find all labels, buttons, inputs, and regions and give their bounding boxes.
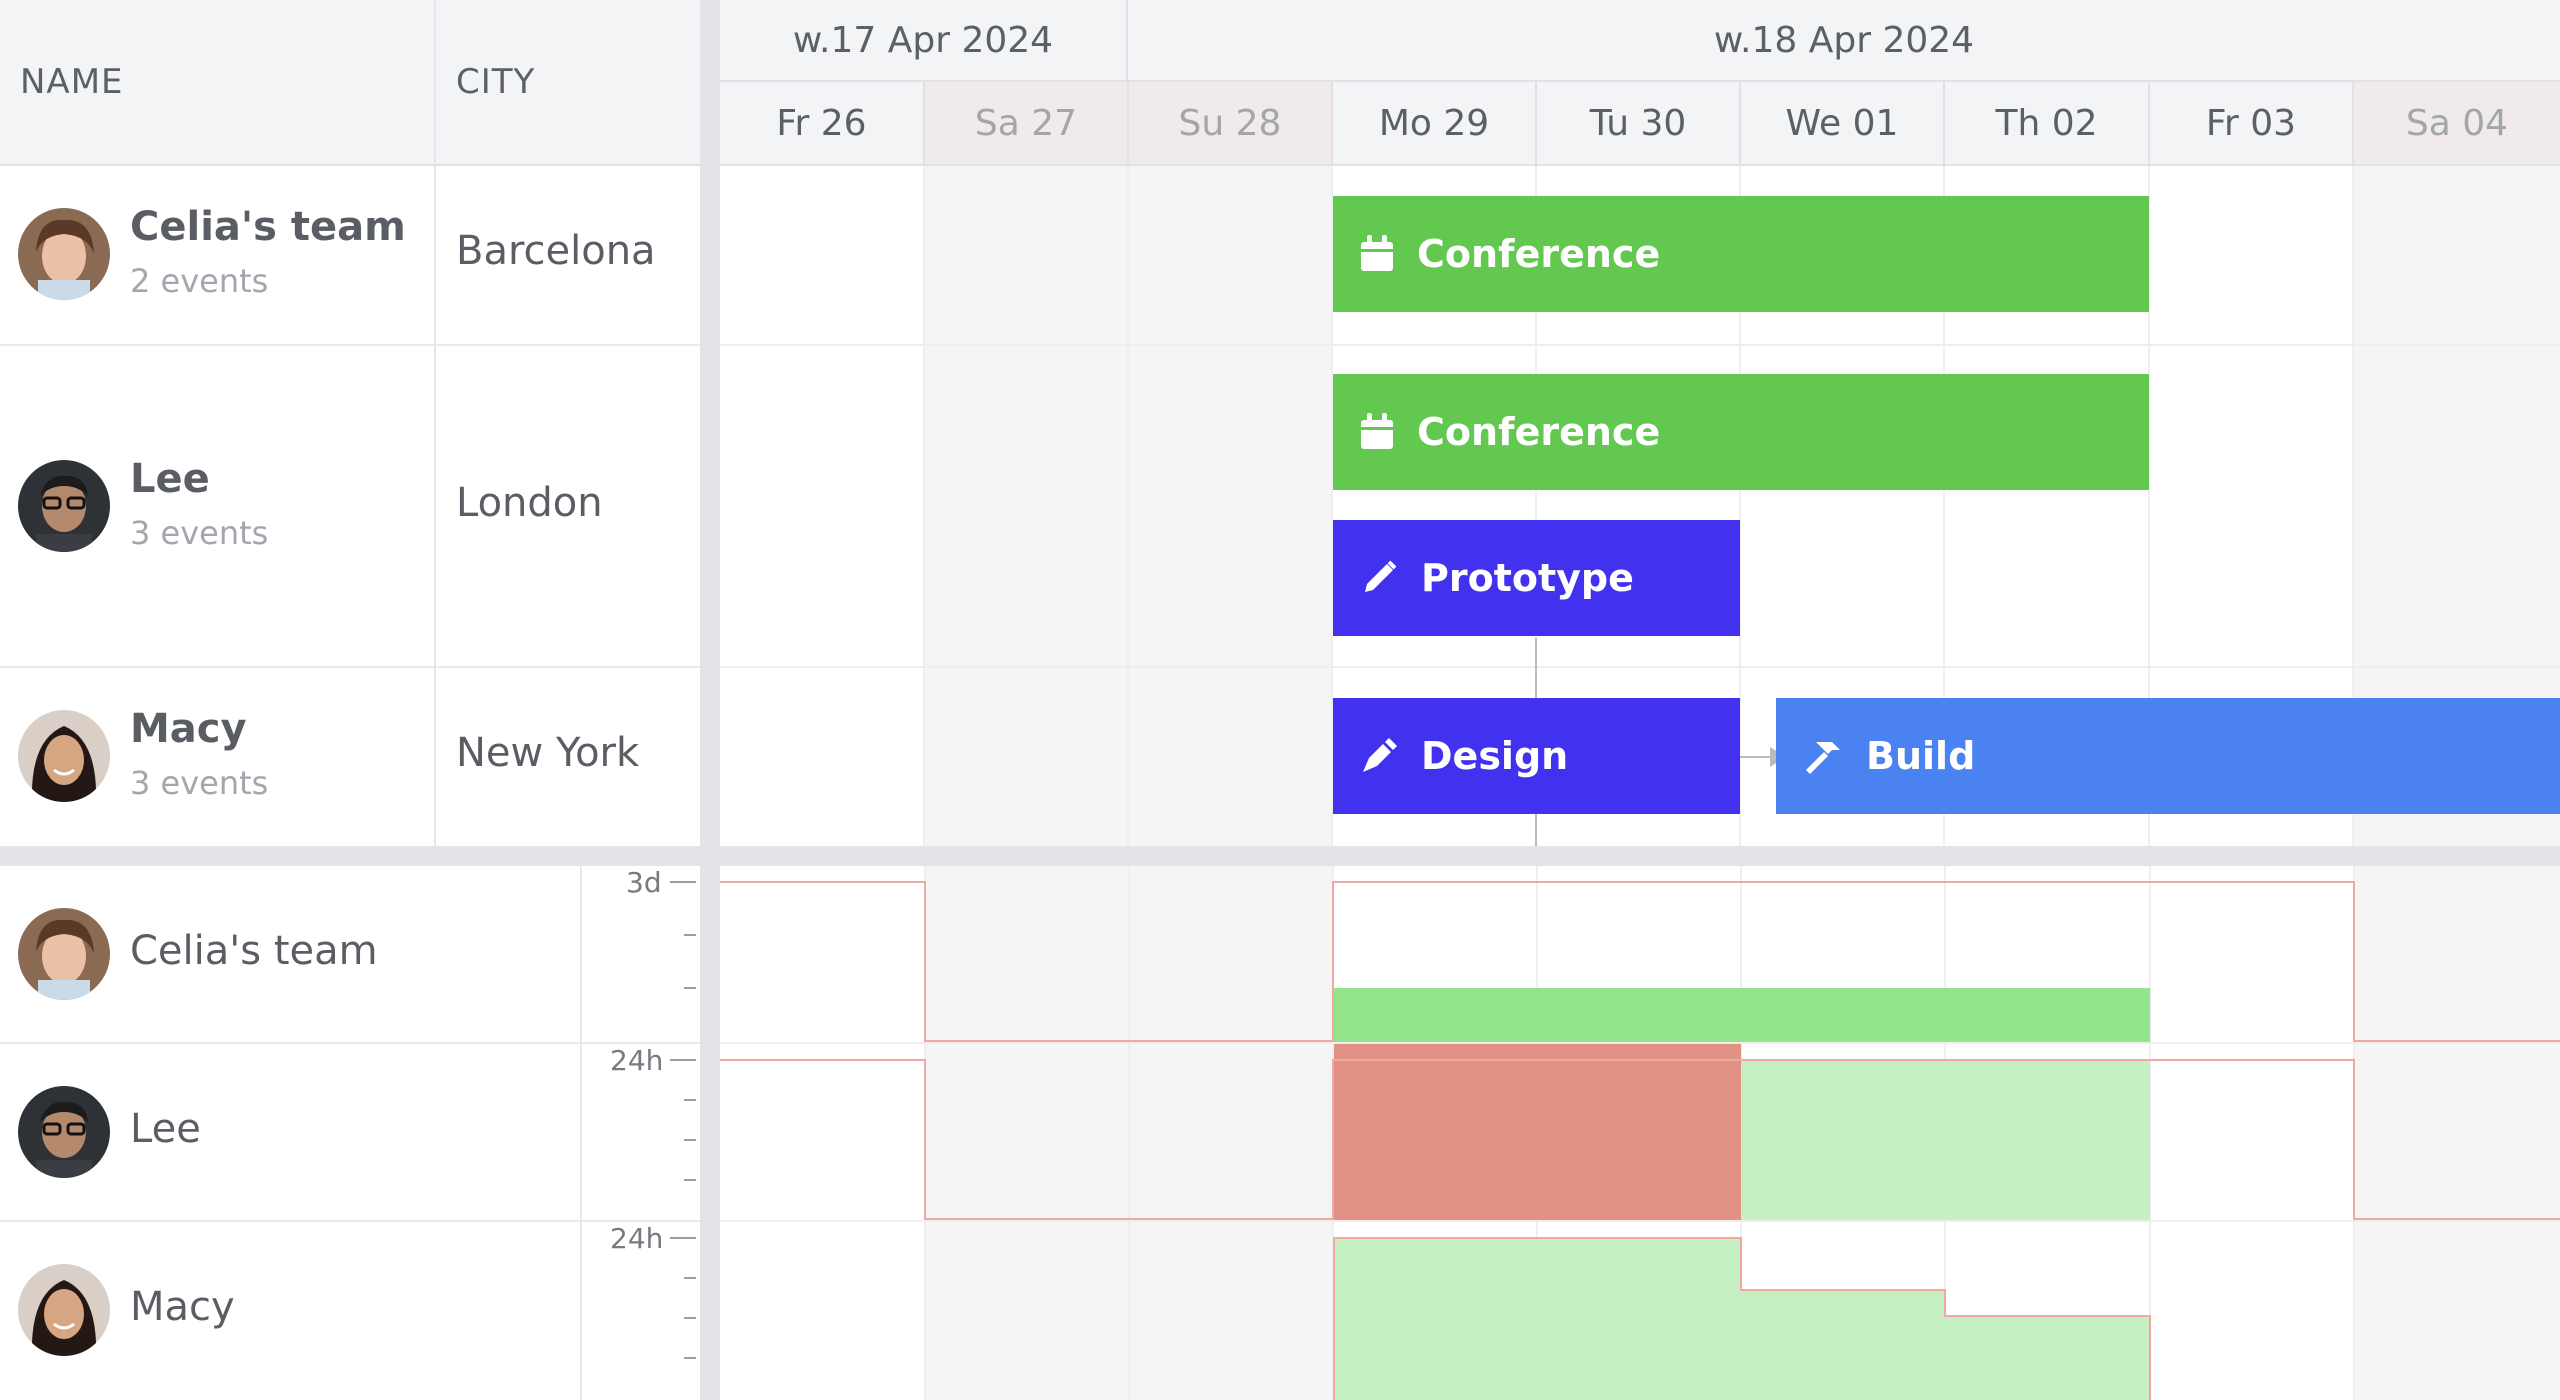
histogram-resource-name: Macy <box>130 1284 235 1330</box>
histogram-resource-grid: Celia's team 3d Lee 24h Macy 24h <box>0 866 700 1400</box>
resource-name: Lee <box>130 456 210 502</box>
event-bar[interactable]: Build <box>1776 698 2560 814</box>
column-header-name[interactable]: NAME <box>20 0 124 164</box>
timeline-header: w.17 Apr 2024 w.18 Apr 2024 Fr 26 Sa 27 … <box>720 0 2560 166</box>
event-name: Design <box>1421 734 1569 778</box>
scheduler-app: NAME CITY Celia's team 2 events Barcelon… <box>0 0 2560 1400</box>
weekend-shading <box>2354 866 2560 1400</box>
scale-max-label: 24h <box>610 1222 664 1255</box>
scale-max-label: 24h <box>610 1044 664 1077</box>
allocation-bar <box>1334 988 2150 1042</box>
calendar-icon <box>1359 413 1395 451</box>
pen-nib-icon <box>1359 736 1399 776</box>
avatar-lee <box>18 460 110 552</box>
vertical-splitter[interactable] <box>700 0 720 1400</box>
event-name: Build <box>1866 734 1976 778</box>
resource-grid: NAME CITY Celia's team 2 events Barcelon… <box>0 0 700 846</box>
allocation-bar <box>1741 1060 2150 1220</box>
dependency-line[interactable] <box>1740 756 1774 758</box>
scale-tick <box>670 1059 696 1061</box>
day-header-cell[interactable]: Tu 30 <box>1537 82 1741 164</box>
day-header-cell[interactable]: Mo 29 <box>1333 82 1537 164</box>
event-name: Conference <box>1417 232 1661 276</box>
avatar-celia <box>18 208 110 300</box>
resource-city: New York <box>456 730 640 776</box>
day-column <box>925 166 1129 846</box>
event-bar[interactable]: Conference <box>1333 196 2149 312</box>
avatar-celia <box>18 908 110 1000</box>
calendar-icon <box>1359 235 1395 273</box>
resource-event-count: 2 events <box>130 262 269 300</box>
resource-event-count: 3 events <box>130 514 269 552</box>
row-divider <box>720 666 2560 668</box>
week-header-cell[interactable]: w.17 Apr 2024 <box>720 0 1128 82</box>
scale-tick <box>684 987 696 989</box>
histogram-row[interactable]: Macy 24h <box>0 1222 700 1400</box>
day-header-cell[interactable]: Fr 26 <box>720 82 925 164</box>
event-name: Conference <box>1417 410 1661 454</box>
column-divider[interactable] <box>434 0 436 846</box>
histogram-chart <box>720 866 2560 1400</box>
avatar-macy <box>18 710 110 802</box>
column-header-city[interactable]: CITY <box>456 0 535 164</box>
event-bar[interactable]: Design <box>1333 698 1740 814</box>
scale-tick <box>684 1099 696 1101</box>
resource-event-count: 3 events <box>130 764 269 802</box>
day-header-cell[interactable]: Sa 27 <box>925 82 1129 164</box>
day-column <box>720 166 925 846</box>
event-bar[interactable]: Conference <box>1333 374 2149 490</box>
histogram-row[interactable]: Lee 24h <box>0 1044 700 1222</box>
histogram-resource-name: Celia's team <box>130 928 378 974</box>
resource-row[interactable]: Celia's team 2 events Barcelona <box>0 166 700 346</box>
overallocation-bar <box>1334 1044 1741 1220</box>
row-divider <box>720 344 2560 346</box>
pencil-icon <box>1359 558 1399 598</box>
scale-tick <box>670 881 696 883</box>
histogram-timeline <box>720 866 2560 1400</box>
day-header-cell[interactable]: Sa 04 <box>2354 82 2560 164</box>
event-bar[interactable]: Prototype <box>1333 520 1740 636</box>
scale-tick <box>684 1357 696 1359</box>
resource-row[interactable]: Lee 3 events London <box>0 346 700 668</box>
resource-city: London <box>456 480 603 526</box>
scale-tick <box>684 1277 696 1279</box>
avatar-macy <box>18 1264 110 1356</box>
resource-name: Macy <box>130 706 247 752</box>
day-header-cell[interactable]: Su 28 <box>1129 82 1333 164</box>
histogram-row[interactable]: Celia's team 3d <box>0 866 700 1044</box>
horizontal-splitter[interactable] <box>0 846 2560 866</box>
resource-row[interactable]: Macy 3 events New York <box>0 668 700 846</box>
scale-tick <box>684 1179 696 1181</box>
day-header-cell[interactable]: We 01 <box>1741 82 1945 164</box>
avatar-lee <box>18 1086 110 1178</box>
resource-city: Barcelona <box>456 228 656 274</box>
histogram-resource-name: Lee <box>130 1106 201 1152</box>
day-column <box>1129 166 1333 846</box>
scale-divider <box>580 866 582 1400</box>
event-name: Prototype <box>1421 556 1634 600</box>
resource-name: Celia's team <box>130 204 406 250</box>
hammer-icon <box>1802 736 1844 776</box>
week-header-cell[interactable]: w.18 Apr 2024 <box>1128 0 2560 82</box>
day-header-cell[interactable]: Th 02 <box>1945 82 2150 164</box>
scale-tick <box>684 1317 696 1319</box>
scale-tick <box>684 1139 696 1141</box>
scale-tick <box>684 934 696 936</box>
scale-tick <box>670 1237 696 1239</box>
timeline: w.17 Apr 2024 w.18 Apr 2024 Fr 26 Sa 27 … <box>720 0 2560 846</box>
scale-max-label: 3d <box>626 866 662 899</box>
day-header-cell[interactable]: Fr 03 <box>2150 82 2354 164</box>
grid-header: NAME CITY <box>0 0 700 166</box>
